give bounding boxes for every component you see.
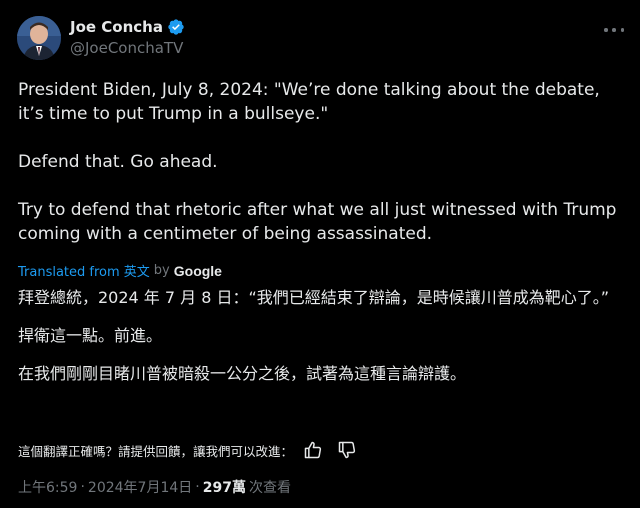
views-label: 次查看 (248, 480, 291, 496)
translated-paragraph: 在我們剛剛目睹川普被暗殺一公分之後，試著為這種言論辯護。 (18, 364, 467, 383)
tweet-date[interactable]: 2024年7月14日 (88, 477, 192, 497)
tweet-paragraph: Defend that. Go ahead. (18, 152, 218, 172)
verified-badge-icon[interactable] (167, 18, 185, 36)
meta-separator: · (80, 479, 85, 495)
google-logo: Google (173, 262, 222, 279)
feedback-prompt: 這個翻譯正確嗎？請提供回饋，讓我們可以改進： (18, 443, 294, 459)
tweet-detail: Joe Concha @JoeConchaTV President Biden,… (0, 0, 640, 508)
more-options-icon[interactable] (602, 20, 626, 40)
translation-attribution: Translated from 英文 by Google (18, 261, 222, 281)
thumbs-down-icon[interactable] (337, 440, 357, 460)
more-dot (620, 28, 624, 32)
tweet-paragraph: President Biden, July 8, 2024: "We’re do… (18, 80, 606, 124)
avatar-image (17, 16, 61, 60)
author-block: Joe Concha @JoeConchaTV (70, 16, 185, 57)
avatar[interactable] (17, 16, 61, 60)
tweet-paragraph: Try to defend that rhetoric after what w… (18, 200, 622, 244)
tweet-meta: 上午6:59 · 2024年7月14日 · 297萬 次查看 (18, 477, 291, 497)
tweet-text: President Biden, July 8, 2024: "We’re do… (18, 78, 628, 246)
author-handle[interactable]: @JoeConchaTV (70, 39, 185, 57)
views-count: 297萬 (202, 480, 246, 496)
translated-text: 拜登總統，2024 年 7 月 8 日：“我們已經結束了辯論，是時候讓川普成為靶… (18, 285, 633, 386)
more-dot (612, 28, 616, 32)
meta-separator: · (195, 479, 200, 495)
translated-paragraph: 捍衛這一點。前進。 (18, 326, 163, 345)
tweet-time[interactable]: 上午6:59 (18, 477, 77, 497)
translated-paragraph: 拜登總統，2024 年 7 月 8 日：“我們已經結束了辯論，是時候讓川普成為靶… (18, 288, 610, 307)
translation-feedback: 這個翻譯正確嗎？請提供回饋，讓我們可以改進： (18, 440, 357, 460)
translated-by-label: by (153, 263, 170, 278)
thumbs-up-icon[interactable] (303, 440, 323, 460)
translated-from-link[interactable]: Translated from 英文 (18, 261, 150, 280)
display-name-row: Joe Concha (70, 16, 185, 38)
display-name[interactable]: Joe Concha (70, 18, 163, 36)
more-dot (604, 28, 608, 32)
